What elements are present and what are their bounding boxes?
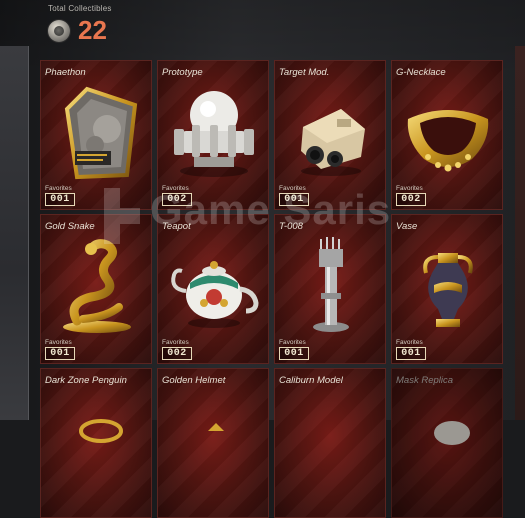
favorites-label: Favorites — [396, 339, 423, 346]
robot-arm-icon — [313, 237, 349, 332]
favorites-count: 002 — [162, 347, 192, 360]
collectible-card-prototype[interactable]: Prototype Favorites 002 — [157, 60, 269, 210]
favorites-count: 001 — [45, 347, 75, 360]
gold-snake-icon — [63, 239, 131, 333]
collectible-card-g-necklace[interactable]: G-Necklace Favorites 002 — [391, 60, 503, 210]
card-title: Vase — [396, 221, 418, 232]
collectibles-grid: Phaethon Favorites 001 Prototype Favorit… — [0, 0, 525, 518]
collectible-card-gold-snake[interactable]: Gold Snake Favorites 001 — [40, 214, 152, 364]
favorites-count: 002 — [396, 193, 426, 206]
white-reactor-icon — [174, 91, 254, 177]
mask-icon — [434, 421, 470, 445]
favorites-label: Favorites — [162, 339, 189, 346]
card-title: Prototype — [162, 67, 203, 78]
golden-helmet-icon — [208, 423, 224, 431]
gold-necklace-icon — [407, 110, 489, 172]
card-title: Dark Zone Penguin — [45, 375, 127, 386]
teapot-icon — [171, 261, 259, 328]
scope-module-icon — [301, 109, 365, 176]
card-title: G-Necklace — [396, 67, 446, 78]
card-title: Phaethon — [45, 67, 86, 78]
card-title: Teapot — [162, 221, 191, 232]
card-title: T-008 — [279, 221, 303, 232]
collectible-card-mask-replica[interactable]: Mask Replica — [391, 368, 503, 518]
card-title: Caliburn Model — [279, 375, 343, 386]
favorites-count: 001 — [279, 347, 309, 360]
carved-plaque-icon — [64, 86, 138, 180]
favorites-count: 002 — [162, 193, 192, 206]
favorites-label: Favorites — [45, 339, 72, 346]
collectible-card-t-008[interactable]: T-008 Favorites 001 — [274, 214, 386, 364]
collectible-card-vase[interactable]: Vase Favorites 001 — [391, 214, 503, 364]
amphora-vase-icon — [423, 253, 473, 327]
favorites-label: Favorites — [45, 185, 72, 192]
favorites-label: Favorites — [279, 339, 306, 346]
collectible-card-caliburn-model[interactable]: Caliburn Model — [274, 368, 386, 518]
card-title: Mask Replica — [396, 375, 454, 386]
collectible-card-dark-zone-penguin[interactable]: Dark Zone Penguin — [40, 368, 152, 518]
card-title: Golden Helmet — [162, 375, 226, 386]
card-title: Gold Snake — [45, 221, 95, 232]
collectible-card-golden-helmet[interactable]: Golden Helmet — [157, 368, 269, 518]
collectible-card-teapot[interactable]: Teapot Favorites 002 — [157, 214, 269, 364]
card-title: Target Mod. — [279, 67, 330, 78]
favorites-label: Favorites — [162, 185, 189, 192]
favorites-count: 001 — [396, 347, 426, 360]
favorites-label: Favorites — [279, 185, 306, 192]
favorites-label: Favorites — [396, 185, 423, 192]
collectible-card-phaethon[interactable]: Phaethon Favorites 001 — [40, 60, 152, 210]
penguin-icon — [79, 419, 123, 443]
collectible-card-target-mod[interactable]: Target Mod. Favorites 001 — [274, 60, 386, 210]
favorites-count: 001 — [45, 193, 75, 206]
favorites-count: 001 — [279, 193, 309, 206]
